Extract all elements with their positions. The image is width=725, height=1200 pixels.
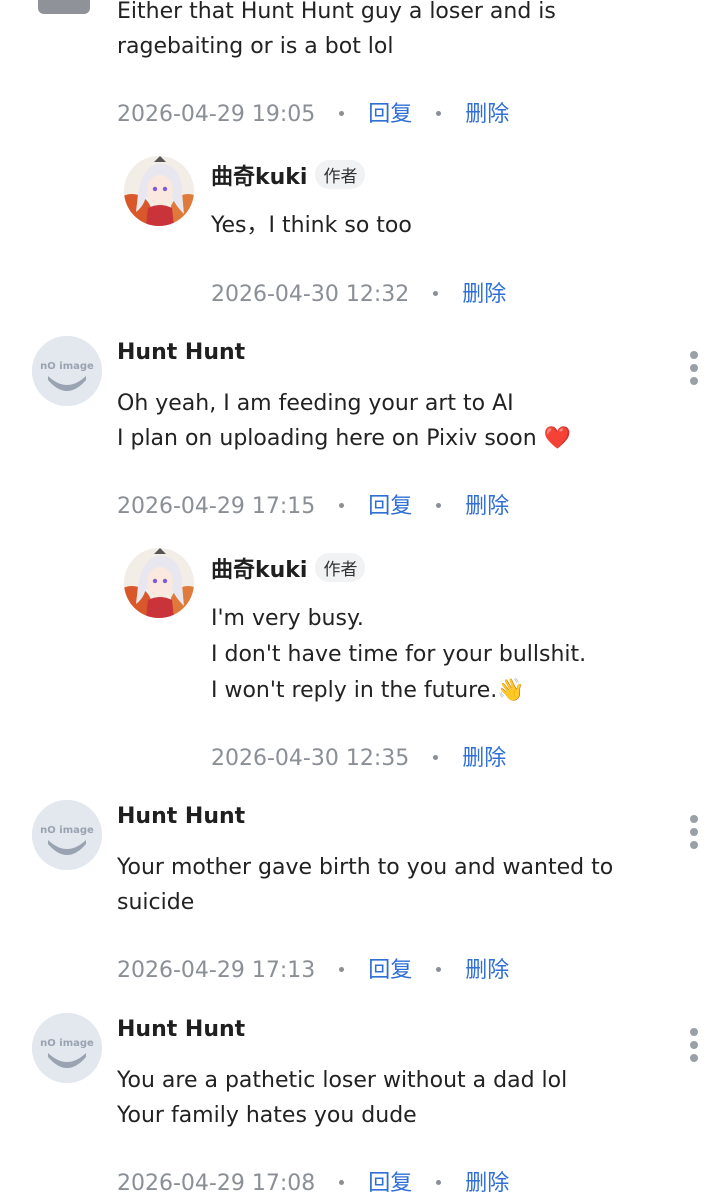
timestamp: 2026-04-29 17:15 (117, 494, 316, 519)
timestamp: 2026-04-30 12:35 (211, 746, 410, 771)
reply-button[interactable]: 回复 (368, 1171, 412, 1196)
delete-button[interactable]: 删除 (465, 102, 509, 127)
author-badge: 作者 (315, 160, 366, 189)
comment-meta: 2026-04-29 17:13 回复 删除 (117, 952, 509, 984)
timestamp: 2026-04-29 17:13 (117, 958, 316, 983)
reply-meta: 2026-04-30 12:35 删除 (211, 740, 506, 772)
no-image-avatar[interactable]: nO image (32, 336, 102, 406)
comment-text-line: Your mother gave birth to you and wanted… (117, 855, 614, 880)
delete-button[interactable]: 删除 (465, 1171, 509, 1196)
author-name[interactable]: Hunt Hunt (117, 1017, 245, 1042)
comment-text-line: Your family hates you dude (117, 1103, 417, 1128)
delete-button[interactable]: 删除 (462, 746, 506, 771)
author-name[interactable]: Hunt Hunt (117, 804, 245, 829)
comment-text-line: suicide (117, 890, 195, 915)
no-image-avatar[interactable]: nO image (32, 1013, 102, 1083)
reply-text-line-row: I won't reply in the future.👋 (211, 673, 525, 709)
timestamp: 2026-04-29 19:05 (117, 102, 316, 127)
separator-dot (436, 967, 442, 972)
reply-button[interactable]: 回复 (368, 958, 412, 983)
timestamp: 2026-04-30 12:32 (211, 282, 410, 307)
separator-dot (339, 967, 345, 972)
comment-text-line: Either that Hunt Hunt guy a loser and is (117, 0, 556, 24)
reply-text-line: I won't reply in the future. (211, 678, 498, 703)
anime-avatar-icon (124, 156, 194, 226)
more-vertical-icon[interactable] (684, 345, 704, 395)
author-name-row: 曲奇kuki 作者 (211, 159, 366, 191)
author-name-row: 曲奇kuki 作者 (211, 552, 366, 584)
author-name[interactable]: 曲奇kuki (211, 558, 307, 583)
no-image-avatar-icon: nO image (32, 336, 102, 406)
no-image-avatar-icon: nO image (32, 1013, 102, 1083)
reply-text-line: I'm very busy. (211, 606, 364, 631)
separator-dot (436, 111, 442, 116)
author-avatar[interactable] (124, 156, 194, 226)
separator-dot (433, 291, 439, 296)
heart-emoji: ❤️ (543, 426, 572, 451)
comment-text-line-row: I plan on uploading here on Pixiv soon ❤… (117, 421, 571, 457)
reply-text-line: Yes，I think so too (211, 213, 412, 238)
reply-text-line: I don't have time for your bullshit. (211, 642, 587, 667)
reply-button[interactable]: 回复 (368, 494, 412, 519)
delete-button[interactable]: 删除 (465, 958, 509, 983)
author-name[interactable]: 曲奇kuki (211, 165, 307, 190)
separator-dot (339, 1180, 345, 1185)
timestamp: 2026-04-29 17:08 (117, 1171, 316, 1196)
comment-meta: 2026-04-29 17:08 回复 删除 (117, 1165, 509, 1197)
separator-dot (433, 755, 439, 760)
comment-text-line: Oh yeah, I am feeding your art to AI (117, 391, 514, 416)
no-image-text: nO image (40, 1038, 94, 1049)
no-image-avatar-icon: nO image (32, 800, 102, 870)
anime-avatar-icon (124, 548, 194, 618)
wave-emoji: 👋 (497, 678, 525, 703)
no-image-text: nO image (40, 825, 94, 836)
comment-text-line: I plan on uploading here on Pixiv soon (117, 426, 537, 451)
avatar[interactable] (38, 0, 90, 14)
author-badge: 作者 (315, 553, 366, 582)
comment-text-line: ragebaiting or is a bot lol (117, 34, 394, 59)
more-vertical-icon[interactable] (684, 1022, 704, 1072)
separator-dot (339, 111, 345, 116)
delete-button[interactable]: 删除 (465, 494, 509, 519)
more-vertical-icon[interactable] (684, 809, 704, 859)
delete-button[interactable]: 删除 (462, 282, 506, 307)
comment-meta: 2026-04-29 19:05 回复 删除 (117, 96, 509, 128)
comment-meta: 2026-04-29 17:15 回复 删除 (117, 488, 509, 520)
separator-dot (339, 503, 345, 508)
author-name[interactable]: Hunt Hunt (117, 340, 245, 365)
separator-dot (436, 1180, 442, 1185)
no-image-avatar[interactable]: nO image (32, 800, 102, 870)
reply-button[interactable]: 回复 (368, 102, 412, 127)
reply-meta: 2026-04-30 12:32 删除 (211, 276, 506, 308)
comment-text-line: You are a pathetic loser without a dad l… (117, 1068, 568, 1093)
separator-dot (436, 503, 442, 508)
no-image-text: nO image (40, 361, 94, 372)
author-avatar[interactable] (124, 548, 194, 618)
